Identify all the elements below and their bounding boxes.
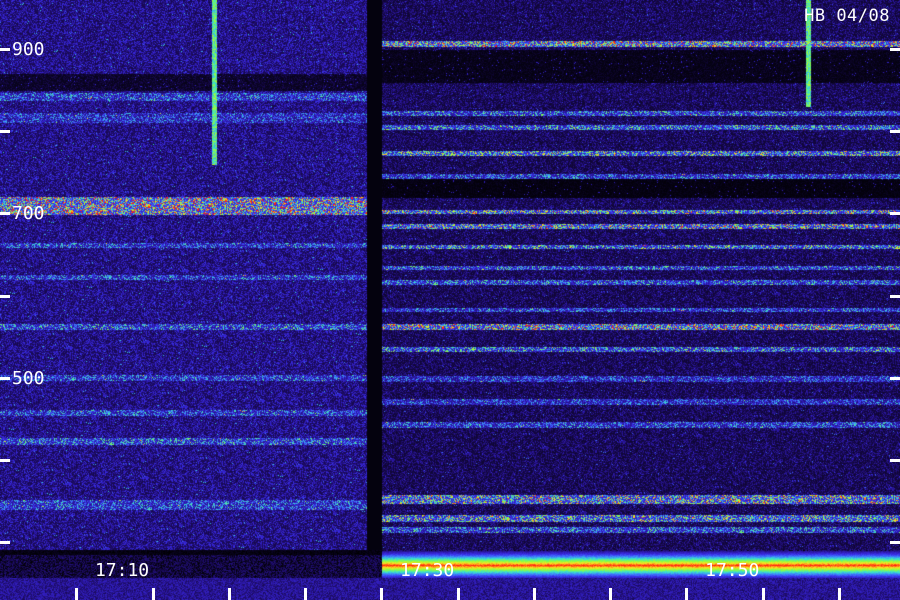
y-tick-mark [0,130,10,134]
x-tick-mark [609,588,613,600]
y-tick-mark [890,212,900,216]
station-label: HB 04/08 [804,6,890,26]
y-tick-mark [890,130,900,134]
x-tick-mark [532,588,536,600]
x-tick-label: 17:30 [400,560,455,581]
y-tick-mark [0,458,10,462]
x-tick-label: 17:10 [94,560,150,581]
y-tick-mark [0,376,10,380]
y-tick-label: 500 [12,367,45,389]
x-tick-mark [75,588,79,600]
y-tick-mark [0,48,10,52]
y-tick-mark [890,376,900,380]
y-tick-mark [890,48,900,52]
y-tick-mark [890,458,900,462]
x-tick-mark [761,588,765,600]
x-tick-mark [837,588,841,600]
y-tick-label: 700 [12,203,45,225]
y-tick-mark [890,540,900,544]
y-tick-mark [0,540,10,544]
x-tick-mark [304,588,308,600]
x-tick-mark [456,588,460,600]
x-tick-label: 17:50 [705,560,760,581]
y-tick-mark [0,294,10,298]
y-tick-mark [0,212,10,216]
x-tick-mark [151,588,155,600]
y-tick-label: 900 [12,39,45,61]
x-tick-mark [380,588,384,600]
y-tick-mark [890,294,900,298]
x-tick-mark [227,588,231,600]
x-tick-mark [685,588,689,600]
spectrogram-image [0,0,900,600]
